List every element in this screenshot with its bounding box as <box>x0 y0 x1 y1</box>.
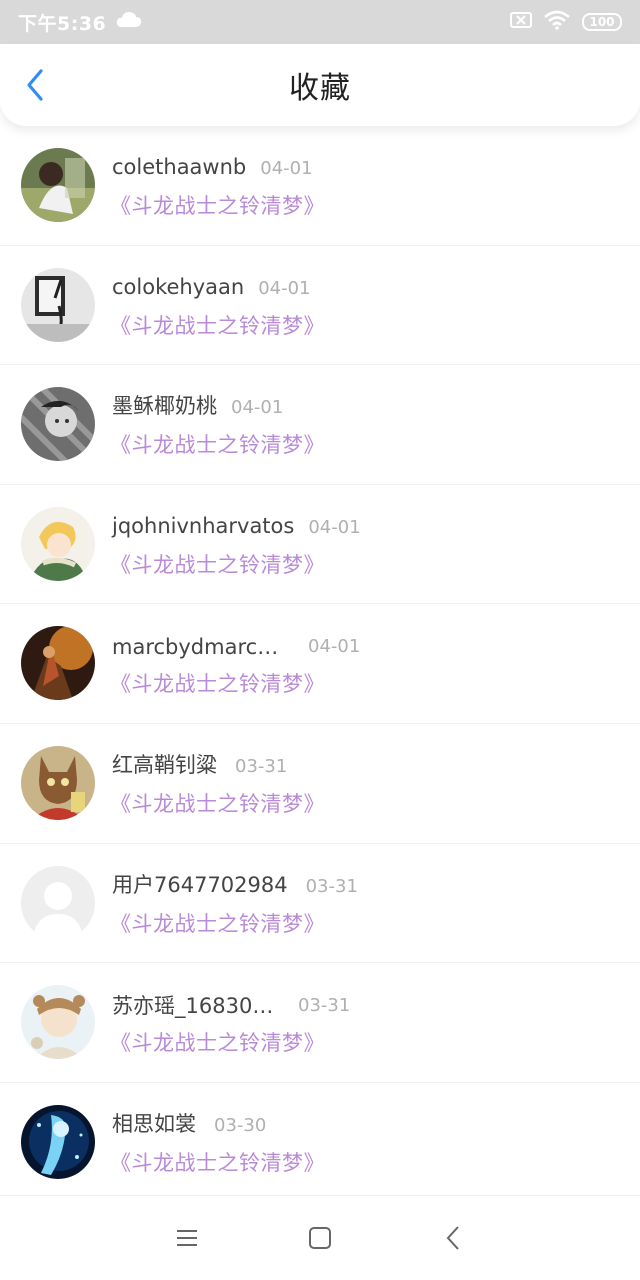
user-name-text: 苏亦瑶_168309... <box>112 994 280 1019</box>
user-name: colokehyaan 04-01 <box>112 274 311 302</box>
page-title: 收藏 <box>289 71 351 106</box>
list-item[interactable]: 苏亦瑶_168309... 03-31 《斗龙战士之铃清梦》 <box>0 963 640 1083</box>
system-back-button[interactable] <box>433 1218 473 1258</box>
favorite-date: 04-01 <box>260 158 313 179</box>
menu-icon <box>176 1230 197 1246</box>
avatar[interactable] <box>21 387 95 462</box>
book-title[interactable]: 《斗龙战士之铃清梦》 <box>110 1027 325 1057</box>
avatar[interactable] <box>21 985 95 1060</box>
favorites-list: colethaawnb 04-01 《斗龙战士之铃清梦》 colokehyaan 0… <box>0 126 640 1195</box>
user-name-text: 红高鞘钊粱 <box>112 753 217 777</box>
user-name: 用户7647702984 03-31 <box>112 872 358 900</box>
system-nav-bar <box>0 1195 640 1280</box>
favorite-date: 03-31 <box>235 756 288 777</box>
status-icons: 100 <box>510 10 622 34</box>
user-name-text: 用户7647702984 <box>112 872 288 897</box>
book-title[interactable]: 《斗龙战士之铃清梦》 <box>110 310 325 340</box>
user-name-text: marcbydmarcj... <box>112 635 280 660</box>
favorite-date: 03-31 <box>298 995 351 1017</box>
list-item[interactable]: 红高鞘钊粱 03-31 《斗龙战士之铃清梦》 <box>0 724 640 844</box>
book-title[interactable]: 《斗龙战士之铃清梦》 <box>110 190 325 220</box>
list-item[interactable]: 墨稣椰奶桃 04-01 《斗龙战士之铃清梦》 <box>0 365 640 485</box>
book-title[interactable]: 《斗龙战士之铃清梦》 <box>110 1147 325 1177</box>
menu-button[interactable] <box>167 1218 207 1258</box>
book-title[interactable]: 《斗龙战士之铃清梦》 <box>110 549 325 579</box>
avatar[interactable] <box>21 506 95 581</box>
book-title[interactable]: 《斗龙战士之铃清梦》 <box>110 429 325 459</box>
avatar[interactable] <box>21 865 95 940</box>
list-item[interactable]: marcbydmarcj... 04-01 《斗龙战士之铃清梦》 <box>0 604 640 724</box>
battery-icon: 100 <box>582 13 622 31</box>
back-button[interactable] <box>18 68 52 102</box>
list-item[interactable]: colokehyaan 04-01 《斗龙战士之铃清梦》 <box>0 246 640 366</box>
status-bar: 下午5:36 100 <box>0 0 640 44</box>
avatar[interactable] <box>21 267 95 342</box>
user-name: jqohnivnharvatos 04-01 <box>112 513 361 541</box>
list-item[interactable]: colethaawnb 04-01 《斗龙战士之铃清梦》 <box>0 126 640 246</box>
favorite-date: 04-01 <box>308 636 361 658</box>
favorite-date: 03-31 <box>305 875 358 897</box>
header-bar: 收藏 <box>0 44 640 126</box>
avatar[interactable] <box>21 746 95 820</box>
book-title[interactable]: 《斗龙战士之铃清梦》 <box>110 788 325 818</box>
chevron-left-icon <box>27 69 43 101</box>
user-name-text: 墨稣椰奶桃 <box>112 394 217 419</box>
user-name: 苏亦瑶_168309... 03-31 <box>112 991 350 1019</box>
favorite-date: 04-01 <box>308 516 361 538</box>
avatar[interactable] <box>21 626 95 701</box>
list-item[interactable]: jqohnivnharvatos 04-01 《斗龙战士之铃清梦》 <box>0 485 640 605</box>
user-name: 墨稣椰奶桃 04-01 <box>112 393 283 421</box>
user-name-text: colokehyaan <box>112 274 245 299</box>
book-title[interactable]: 《斗龙战士之铃清梦》 <box>110 668 325 698</box>
book-title[interactable]: 《斗龙战士之铃清梦》 <box>110 908 325 938</box>
status-time: 下午5:36 <box>18 12 107 35</box>
home-square-icon <box>308 1227 331 1249</box>
user-name-text: jqohnivnharvatos <box>112 513 295 538</box>
avatar[interactable] <box>21 1104 95 1179</box>
home-button[interactable] <box>300 1218 340 1258</box>
list-item[interactable]: 用户7647702984 03-31 《斗龙战士之铃清梦》 <box>0 844 640 964</box>
user-name: 相思如裳 03-30 <box>112 1111 266 1139</box>
cloud-icon <box>116 11 142 33</box>
user-name: marcbydmarcj... 04-01 <box>112 632 360 660</box>
user-name-text: 相思如裳 <box>112 1111 196 1136</box>
favorite-date: 03-30 <box>214 1114 267 1136</box>
user-name-text: colethaawnb <box>112 155 247 179</box>
user-name: 红高鞘钊粱 03-31 <box>112 752 287 780</box>
back-arrow-icon <box>446 1226 460 1250</box>
sim-off-icon <box>510 12 532 32</box>
wifi-icon <box>544 10 570 34</box>
avatar[interactable] <box>21 148 95 222</box>
user-name: colethaawnb 04-01 <box>112 154 313 182</box>
list-item[interactable]: 相思如裳 03-30 《斗龙战士之铃清梦》 <box>0 1083 640 1195</box>
favorite-date: 04-01 <box>231 397 284 419</box>
favorite-date: 04-01 <box>258 277 311 299</box>
